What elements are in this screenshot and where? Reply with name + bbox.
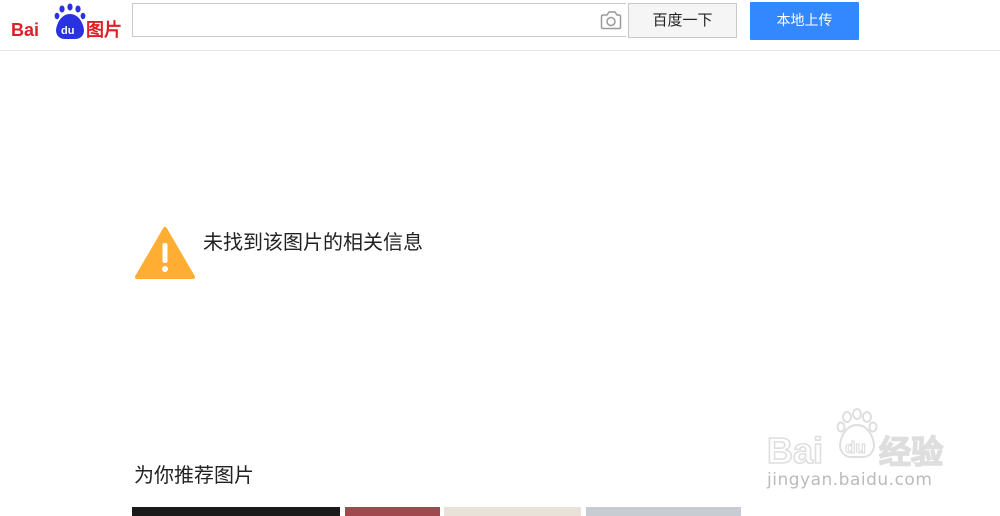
watermark-bai: Bai [767,430,823,471]
recommended-image-thumb[interactable] [345,507,440,516]
search-input[interactable] [133,4,609,36]
top-header: Bai du 图片 百度一下 本地上传 [0,0,1000,51]
camera-icon[interactable] [600,10,622,30]
recommended-image-thumb[interactable] [444,507,581,516]
watermark-url: jingyan.baidu.com [767,470,933,490]
watermark-du: du [845,438,866,457]
logo-text-du: du [61,25,74,37]
logo-text-bai: Bai [11,20,39,40]
recommended-image-thumb[interactable] [586,507,741,516]
recommended-image-thumb[interactable] [132,507,340,516]
recommended-images [132,507,742,516]
watermark-jingyan: 经验 [879,433,943,471]
warning-icon [135,227,195,279]
baidu-image-logo[interactable]: Bai du 图片 [10,2,125,42]
search-box [132,3,626,37]
upload-local-button[interactable]: 本地上传 [750,2,859,40]
recommend-title: 为你推荐图片 [134,463,254,487]
search-button[interactable]: 百度一下 [628,3,737,38]
logo-text-tupian: 图片 [86,19,122,41]
not-found-message: 未找到该图片的相关信息 [203,230,423,254]
